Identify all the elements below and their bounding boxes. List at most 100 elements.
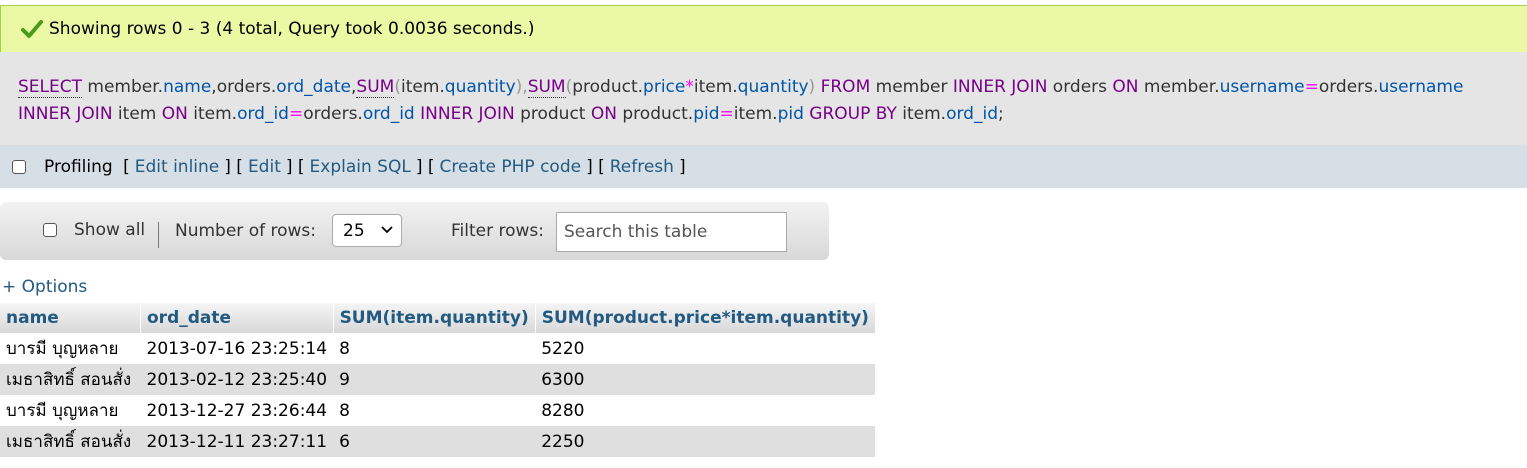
sql-token: product. — [572, 77, 644, 97]
bracket-close: ] [ — [224, 156, 243, 177]
sql-token: ord_id — [362, 104, 415, 124]
sql-token: product — [514, 104, 591, 124]
sql-token: ) — [808, 77, 821, 97]
sql-token: FROM — [820, 77, 871, 97]
sql-token: ord_id — [946, 104, 998, 124]
table-row[interactable]: เมธาสิทธิ์ สอนสั่ง 2013-02-12 23:25:40 9… — [0, 364, 876, 395]
success-message-bar: Showing rows 0 - 3 (4 total, Query took … — [0, 5, 1527, 52]
sql-token: ), — [515, 77, 528, 97]
sql-token: item — [112, 104, 162, 124]
results-table: name ord_date SUM(item.quantity) SUM(pro… — [0, 303, 876, 457]
sql-token: ,orders. — [211, 77, 277, 97]
cell-ord-date: 2013-12-27 23:26:44 — [140, 395, 334, 426]
column-header-name[interactable]: name — [0, 303, 141, 333]
show-all-checkbox[interactable] — [43, 223, 57, 237]
table-row[interactable]: บารมี บุญหลาย 2013-07-16 23:25:14 8 5220 — [0, 333, 876, 364]
bracket-close: ] — [678, 156, 686, 177]
sql-token: * — [685, 77, 694, 97]
show-all-label[interactable]: Show all — [74, 220, 145, 240]
sql-token: orders. — [303, 104, 363, 124]
column-header-sum-price[interactable]: SUM(product.price*item.quantity) — [535, 303, 876, 333]
sql-token: member — [870, 77, 953, 97]
status-message: Showing rows 0 - 3 (4 total, Query took … — [49, 19, 535, 39]
edit-link[interactable]: Edit — [248, 157, 281, 177]
bracket-open: [ — [117, 156, 130, 177]
sql-token: item. — [187, 104, 238, 124]
explain-sql-link[interactable]: Explain SQL — [310, 157, 411, 177]
sql-token: username — [1378, 77, 1464, 97]
sql-token: quantity — [737, 77, 809, 97]
filter-rows-label: Filter rows: — [451, 221, 545, 241]
bracket-close: ] [ — [415, 156, 435, 177]
refresh-link[interactable]: Refresh — [610, 157, 674, 177]
sql-token: name — [163, 77, 212, 97]
sql-token: SUM — [356, 77, 395, 98]
sql-token: ord_id — [237, 104, 289, 124]
edit-inline-link[interactable]: Edit inline — [135, 157, 220, 177]
cell-name: เมธาสิทธิ์ สอนสั่ง — [0, 364, 141, 395]
sql-token: INNER JOIN — [952, 77, 1048, 97]
sql-token: price — [643, 77, 686, 97]
cell-sum-price: 6300 — [535, 364, 876, 395]
query-actions-bar: Profiling [ Edit inline ] [ Edit ] [ Exp… — [0, 145, 1527, 188]
table-navigation-panel: Show all Number of rows: 25 Filter rows: — [0, 202, 829, 260]
number-of-rows-select[interactable]: 25 — [332, 214, 402, 247]
sql-token: orders — [1047, 77, 1113, 97]
number-of-rows-value: 25 — [343, 220, 365, 241]
cell-name: บารมี บุญหลาย — [0, 395, 141, 426]
table-row[interactable]: บารมี บุญหลาย 2013-12-27 23:26:44 8 8280 — [0, 395, 876, 426]
options-toggle-link[interactable]: + Options — [2, 277, 87, 297]
sql-token: ord_date — [276, 77, 352, 97]
sql-token: product. — [616, 104, 694, 124]
sql-token: ON — [161, 104, 188, 124]
sql-token: ; — [998, 104, 1004, 124]
cell-ord-date: 2013-07-16 23:25:14 — [140, 333, 334, 364]
cell-sum-quantity: 8 — [333, 395, 536, 426]
sql-token: GROUP BY — [809, 104, 897, 124]
sql-token: username — [1219, 77, 1305, 97]
sql-token: item. — [896, 104, 947, 124]
bracket-close: ] [ — [285, 156, 305, 177]
sql-token: orders. — [1318, 77, 1379, 97]
column-header-ord-date[interactable]: ord_date — [140, 303, 334, 333]
divider — [158, 222, 159, 248]
sql-token: SELECT — [18, 77, 82, 98]
cell-sum-quantity: 6 — [333, 426, 536, 457]
table-header-row: name ord_date SUM(item.quantity) SUM(pro… — [0, 303, 876, 333]
create-php-code-link[interactable]: Create PHP code — [439, 157, 581, 177]
cell-name: เมธาสิทธิ์ สอนสั่ง — [0, 426, 141, 457]
number-of-rows-label: Number of rows: — [175, 221, 316, 241]
cell-name: บารมี บุญหลาย — [0, 333, 141, 364]
sql-token: pid — [693, 104, 720, 124]
cell-ord-date: 2013-02-12 23:25:40 — [140, 364, 334, 395]
sql-token: = — [288, 104, 304, 124]
sql-token: ON — [590, 104, 617, 124]
sql-token: quantity — [444, 77, 516, 97]
sql-token: member. — [1138, 77, 1220, 97]
sql-token: item. — [693, 77, 738, 97]
checkmark-icon — [21, 20, 43, 38]
sql-token: ( — [394, 77, 401, 97]
cell-ord-date: 2013-12-11 23:27:11 — [140, 426, 334, 457]
chevron-down-icon — [381, 226, 393, 234]
sql-token: item. — [400, 77, 445, 97]
sql-query-box: SELECT member.name,orders.ord_date,SUM(i… — [0, 52, 1527, 145]
sql-token: member. — [82, 77, 164, 97]
sql-token: ON — [1112, 77, 1139, 97]
sql-token: INNER JOIN — [420, 104, 515, 124]
cell-sum-quantity: 9 — [333, 364, 536, 395]
table-row[interactable]: เมธาสิทธิ์ สอนสั่ง 2013-12-11 23:27:11 6… — [0, 426, 876, 457]
cell-sum-price: 5220 — [535, 333, 876, 364]
sql-token: = — [1304, 77, 1319, 97]
column-header-sum-quantity[interactable]: SUM(item.quantity) — [333, 303, 536, 333]
sql-token: pid — [777, 104, 804, 124]
sql-token: item. — [733, 104, 778, 124]
profiling-label: Profiling — [44, 156, 113, 177]
bracket-close: ] [ — [586, 156, 605, 177]
profiling-checkbox[interactable] — [12, 159, 26, 174]
sql-token: SUM — [527, 77, 566, 98]
filter-rows-input[interactable] — [556, 212, 787, 252]
sql-token: INNER JOIN — [18, 104, 113, 124]
cell-sum-price: 2250 — [535, 426, 876, 457]
cell-sum-price: 8280 — [535, 395, 876, 426]
